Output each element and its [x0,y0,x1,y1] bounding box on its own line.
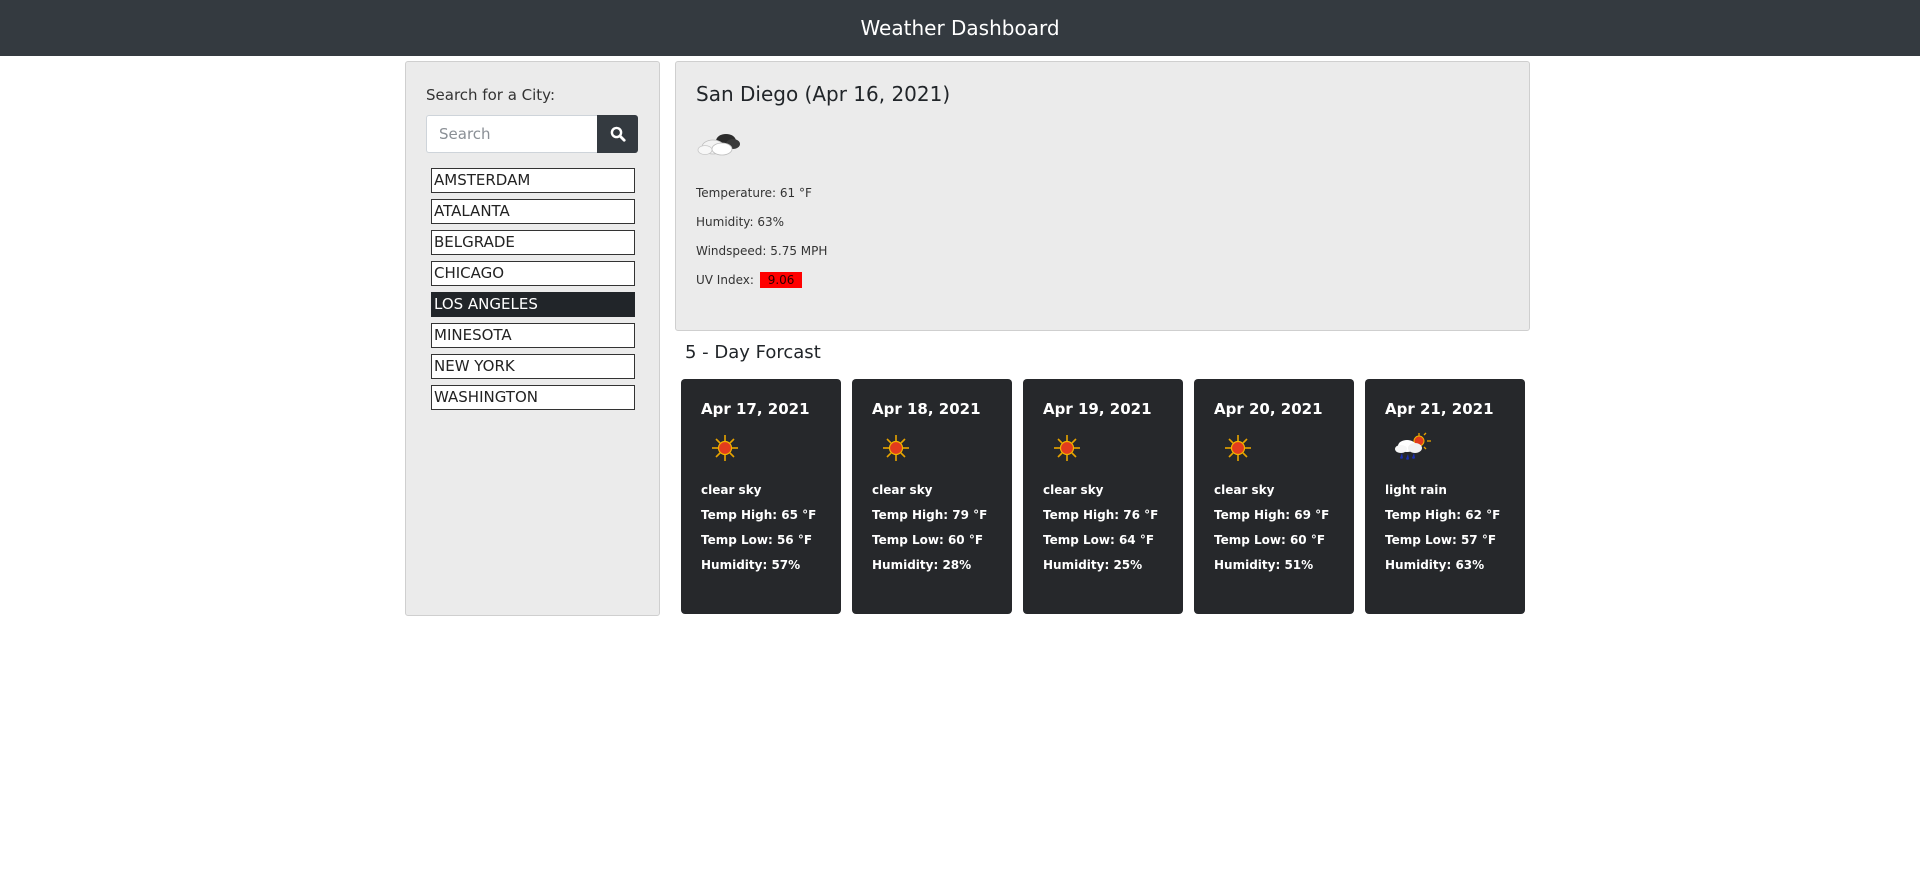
city-item-amsterdam[interactable]: AMSTERDAM [431,168,635,193]
search-icon [610,126,626,142]
forecast-card: Apr 21, 2021 light rain Temp High: 62 °F… [1365,379,1525,614]
forecast-description: clear sky [1214,483,1275,497]
forecast-temp-high: Temp High: 65 °F [701,508,817,522]
current-windspeed: Windspeed: 5.75 MPH [696,244,828,258]
sun-icon [883,435,909,461]
forecast-temp-high: Temp High: 79 °F [872,508,988,522]
forecast-card: Apr 17, 2021 clear sky Temp High: 65 °F … [681,379,841,614]
forecast-humidity: Humidity: 57% [701,558,801,572]
sun-icon [1054,435,1080,461]
forecast-date: Apr 19, 2021 [1043,400,1152,418]
forecast-temp-high: Temp High: 62 °F [1385,508,1501,522]
forecast-date: Apr 17, 2021 [701,400,810,418]
forecast-date: Apr 20, 2021 [1214,400,1323,418]
search-button[interactable] [597,115,638,153]
current-weather-panel: San Diego (Apr 16, 2021) Temperature: 61… [675,61,1530,331]
city-item-new-york[interactable]: NEW YORK [431,354,635,379]
forecast-humidity: Humidity: 28% [872,558,972,572]
forecast-temp-low: Temp Low: 60 °F [872,533,984,547]
forecast-card: Apr 20, 2021 clear sky Temp High: 69 °F … [1194,379,1354,614]
search-group [426,115,645,153]
sun-icon [1225,435,1251,461]
forecast-temp-low: Temp Low: 56 °F [701,533,813,547]
sun-icon [712,435,738,461]
search-label: Search for a City: [426,86,556,104]
header-bar: Weather Dashboard [0,0,1920,56]
city-item-chicago[interactable]: CHICAGO [431,261,635,286]
forecast-humidity: Humidity: 51% [1214,558,1314,572]
forecast-humidity: Humidity: 63% [1385,558,1485,572]
current-humidity: Humidity: 63% [696,215,785,229]
forecast-description: clear sky [1043,483,1104,497]
current-temperature: Temperature: 61 °F [696,186,812,200]
uv-index-badge: 9.06 [759,272,803,288]
city-item-washington[interactable]: WASHINGTON [431,385,635,410]
forecast-card: Apr 18, 2021 clear sky Temp High: 79 °F … [852,379,1012,614]
city-history-list: AMSTERDAM ATALANTA BELGRADE CHICAGO LOS … [431,168,635,416]
search-input[interactable] [426,115,597,153]
rain-sun-icon [1395,432,1431,460]
forecast-description: clear sky [701,483,762,497]
forecast-date: Apr 18, 2021 [872,400,981,418]
city-item-belgrade[interactable]: BELGRADE [431,230,635,255]
forecast-description: light rain [1385,483,1447,497]
city-item-minesota[interactable]: MINESOTA [431,323,635,348]
forecast-title: 5 - Day Forcast [685,342,821,363]
current-uv-row: UV Index: 9.06 [696,272,803,288]
city-item-los-angeles[interactable]: LOS ANGELES [431,292,635,317]
forecast-card: Apr 19, 2021 clear sky Temp High: 76 °F … [1023,379,1183,614]
forecast-temp-low: Temp Low: 60 °F [1214,533,1326,547]
forecast-date: Apr 21, 2021 [1385,400,1494,418]
city-item-atalanta[interactable]: ATALANTA [431,199,635,224]
uv-label: UV Index: [696,273,754,287]
forecast-humidity: Humidity: 25% [1043,558,1143,572]
page-title: Weather Dashboard [860,16,1060,40]
search-sidebar: Search for a City: AMSTERDAM ATALANTA BE… [405,61,660,616]
forecast-temp-low: Temp Low: 64 °F [1043,533,1155,547]
forecast-description: clear sky [872,483,933,497]
forecast-temp-low: Temp Low: 57 °F [1385,533,1497,547]
forecast-temp-high: Temp High: 69 °F [1214,508,1330,522]
cloudy-icon [697,134,740,156]
forecast-temp-high: Temp High: 76 °F [1043,508,1159,522]
current-city-title: San Diego (Apr 16, 2021) [696,82,951,106]
